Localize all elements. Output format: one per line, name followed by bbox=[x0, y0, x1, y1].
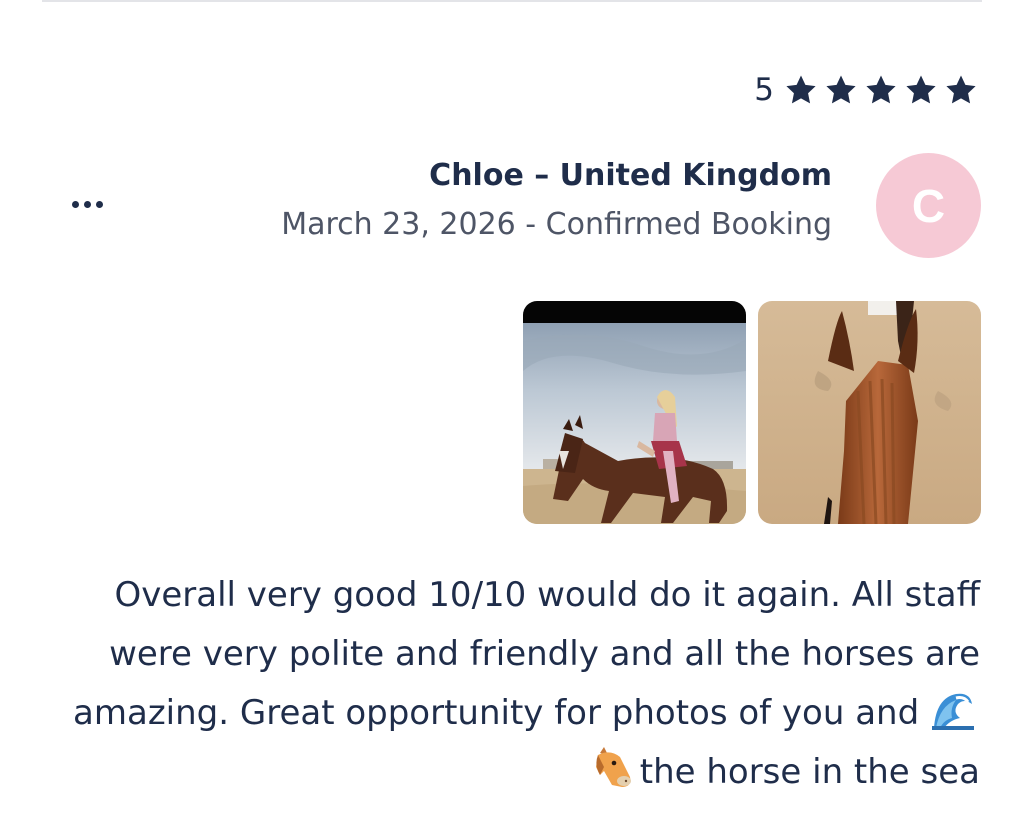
horse-ears-pov-photo[interactable] bbox=[758, 301, 981, 524]
review-text-main: Overall very good 10/10 would do it agai… bbox=[73, 575, 980, 733]
review-date-status: March 23, 2026 - Confirmed Booking bbox=[281, 207, 832, 242]
star-icon bbox=[826, 75, 856, 104]
reviewer-name: Chloe – United Kingdom bbox=[429, 158, 832, 193]
review-text: Overall very good 10/10 would do it agai… bbox=[30, 566, 980, 802]
reviewer-info: Chloe – United Kingdom March 23, 2026 - … bbox=[281, 152, 832, 250]
review-text-tail: the horse in the sea bbox=[639, 752, 980, 792]
top-divider bbox=[42, 0, 982, 2]
more-options-button[interactable] bbox=[64, 188, 116, 220]
star-icon bbox=[946, 75, 976, 104]
avatar-initial: C bbox=[911, 179, 946, 232]
star-icon bbox=[866, 75, 896, 104]
rating-value: 5 bbox=[754, 72, 774, 108]
rating-row: 5 bbox=[754, 66, 978, 114]
star-icon bbox=[786, 75, 816, 104]
avatar: C bbox=[876, 153, 981, 258]
star-icon bbox=[906, 75, 936, 104]
more-dot bbox=[96, 200, 103, 208]
more-dot bbox=[84, 200, 91, 208]
horse-face-emoji bbox=[590, 747, 636, 789]
rider-on-horse-photo[interactable] bbox=[523, 301, 746, 524]
more-dots-icon bbox=[72, 200, 79, 208]
wave-emoji bbox=[930, 688, 976, 730]
